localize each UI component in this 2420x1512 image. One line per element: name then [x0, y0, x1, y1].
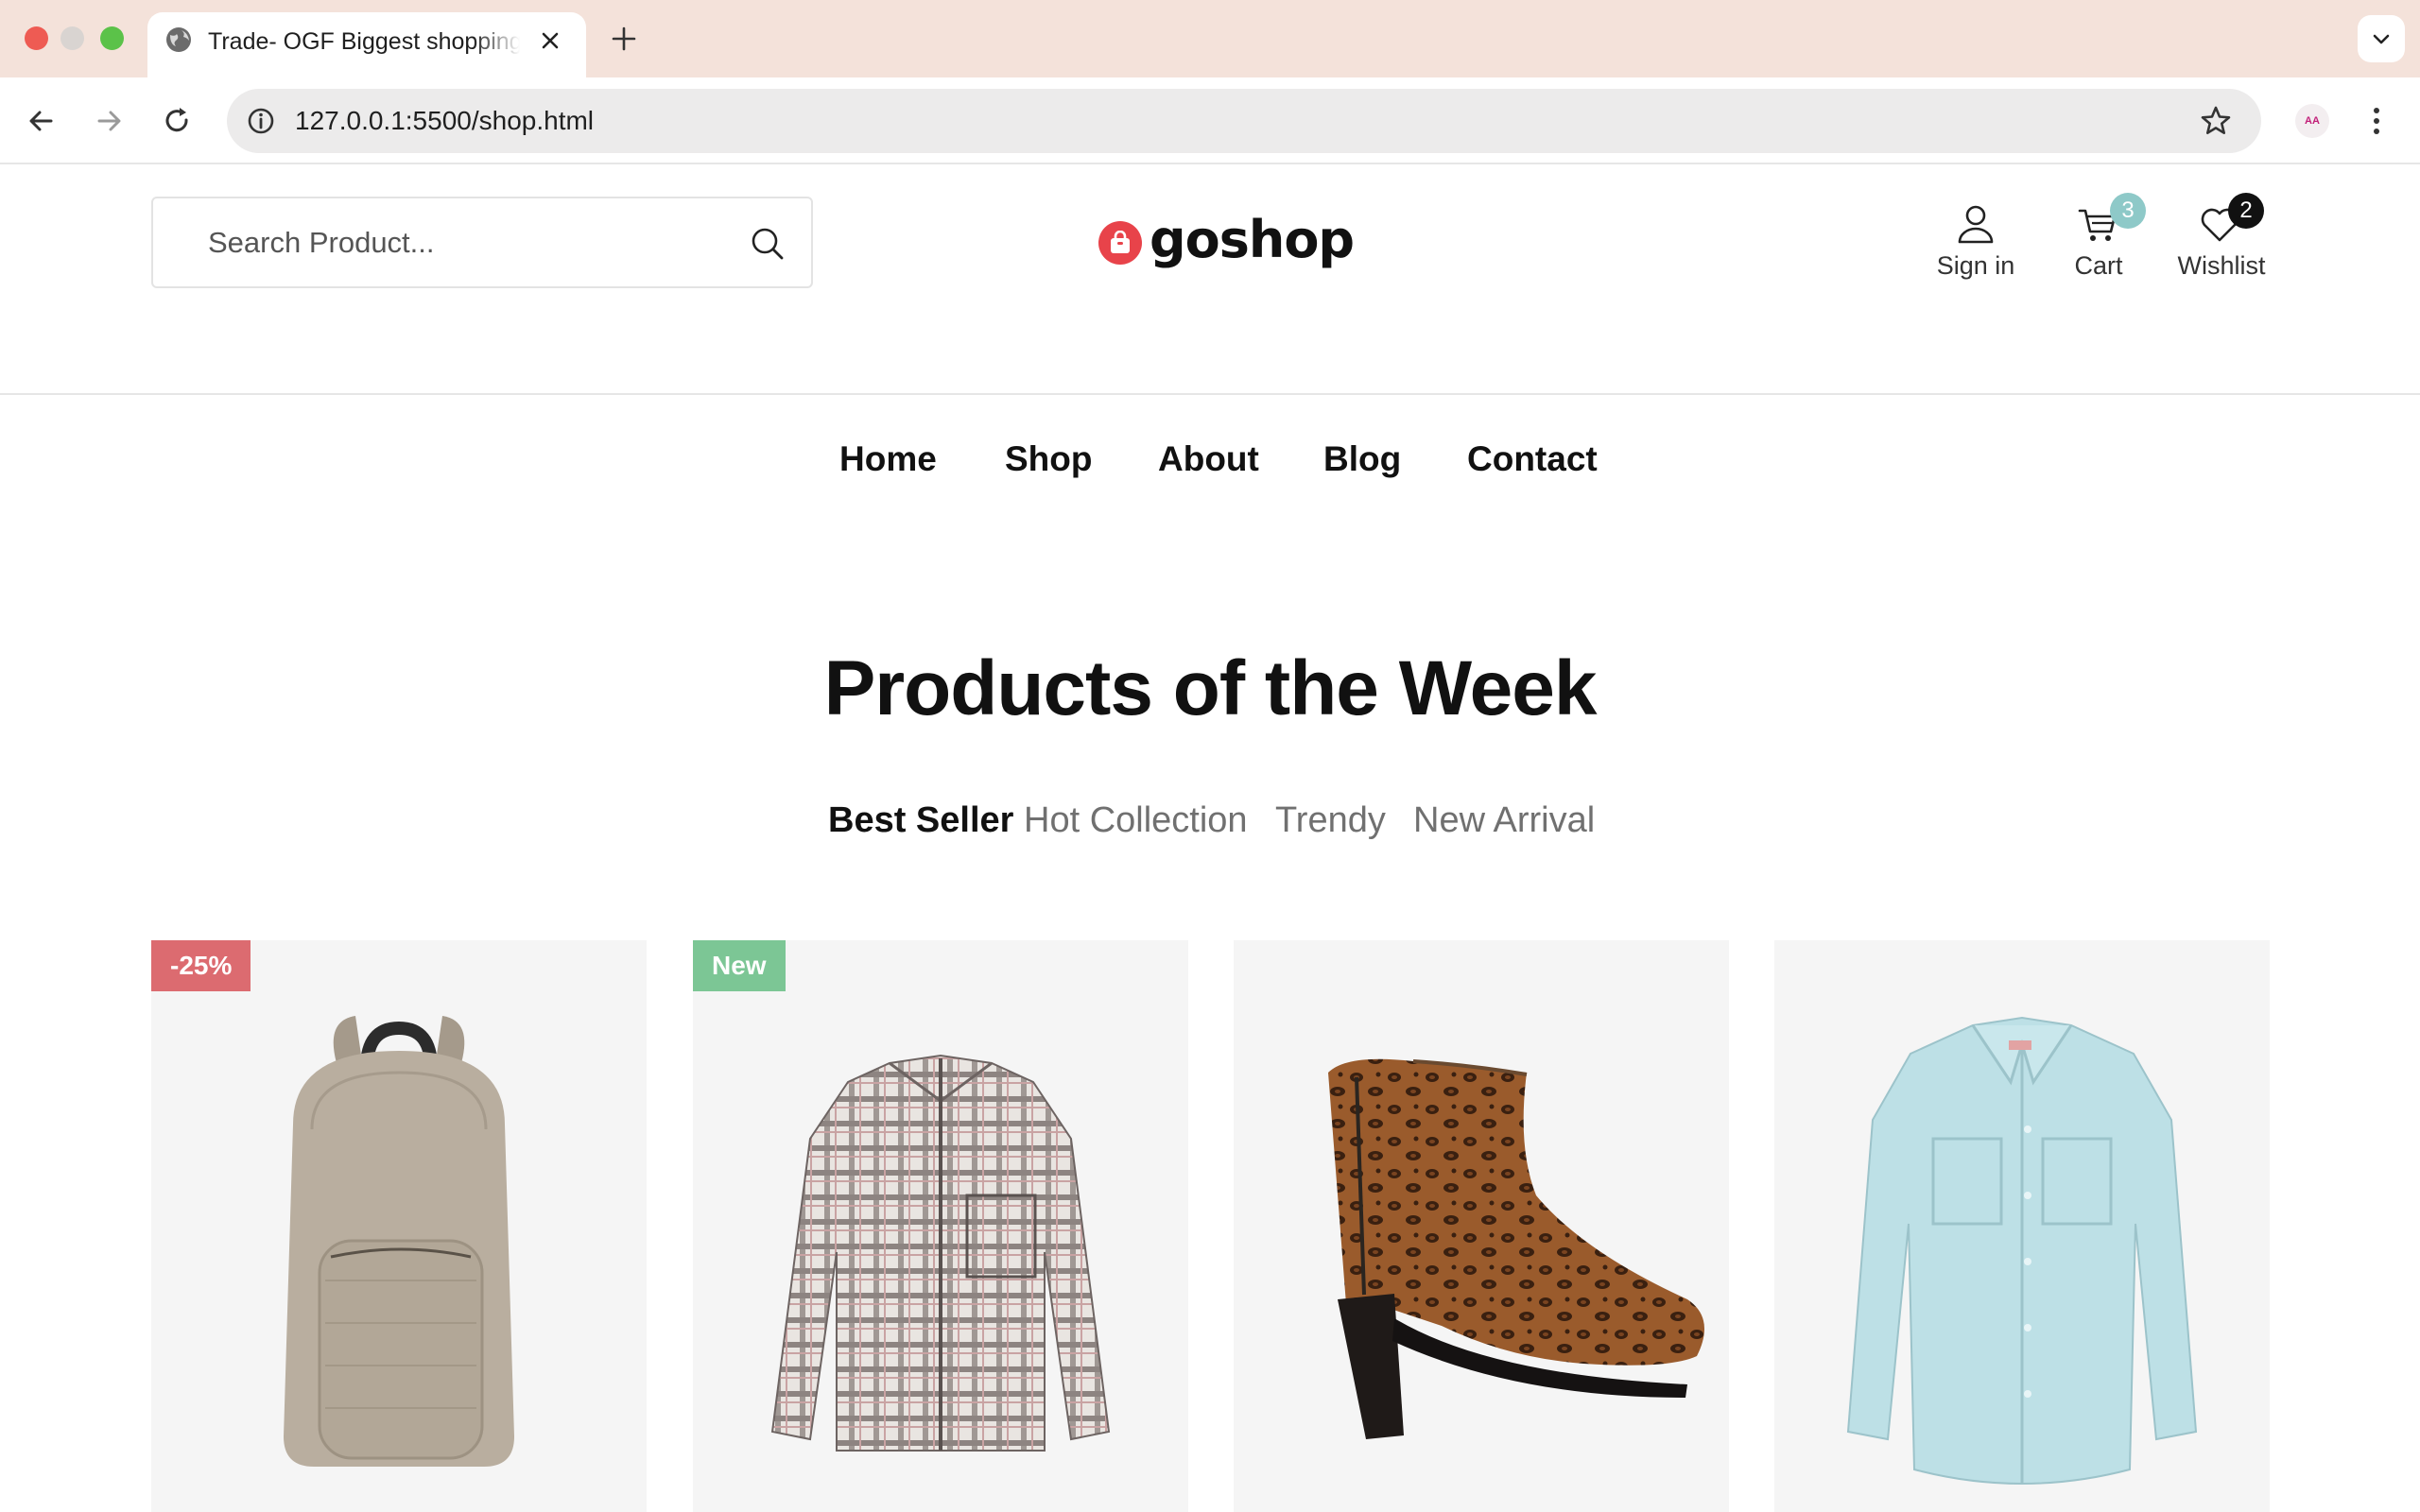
browser-toolbar: 127.0.0.1:5500/shop.html AA: [0, 77, 2420, 164]
product-card[interactable]: -25%: [151, 940, 647, 1512]
globe-icon: [166, 27, 191, 52]
info-icon[interactable]: [244, 104, 278, 138]
user-icon: [1958, 205, 1994, 244]
nav-blog[interactable]: Blog: [1323, 433, 1401, 486]
tab-title: Trade- OGF Biggest shopping center: [208, 28, 520, 55]
cart-label: Cart: [2074, 251, 2123, 280]
window-close-button[interactable]: [25, 26, 48, 50]
extension-icon[interactable]: AA: [2295, 104, 2329, 138]
browser-tabstrip: Trade- OGF Biggest shopping center: [0, 0, 2420, 77]
header-divider: [0, 393, 2420, 395]
nav-about[interactable]: About: [1158, 433, 1259, 486]
tab-trendy[interactable]: Trendy: [1275, 794, 1386, 847]
search-icon[interactable]: [749, 225, 786, 263]
sign-in-button[interactable]: Sign in: [1928, 198, 2023, 284]
plaid-shirt-image: [770, 1054, 1111, 1452]
nav-contact[interactable]: Contact: [1467, 433, 1598, 486]
browser-tab[interactable]: Trade- OGF Biggest shopping center: [147, 12, 586, 77]
address-bar[interactable]: 127.0.0.1:5500/shop.html: [227, 89, 2261, 153]
ankle-boot-image: [1328, 1058, 1704, 1439]
sign-in-label: Sign in: [1936, 251, 2015, 280]
new-badge: New: [693, 940, 786, 991]
wishlist-label: Wishlist: [2177, 251, 2266, 280]
product-card[interactable]: [1234, 940, 1729, 1512]
product-card[interactable]: New: [693, 940, 1188, 1512]
nav-shop[interactable]: Shop: [1005, 433, 1092, 486]
blue-shirt-image: [1846, 1016, 2198, 1485]
wishlist-button[interactable]: 2 Wishlist: [2165, 193, 2278, 284]
nav-home[interactable]: Home: [839, 433, 937, 486]
chevron-down-icon: [2373, 34, 2390, 44]
search-input[interactable]: [208, 221, 737, 265]
site-logo[interactable]: goshop: [1097, 210, 1355, 276]
cart-button[interactable]: 3 Cart: [2061, 193, 2146, 284]
section-title: Products of the Week: [823, 645, 1598, 731]
cart-count-badge: 3: [2110, 193, 2146, 229]
search-box: [151, 197, 813, 288]
wishlist-count-badge: 2: [2228, 193, 2264, 229]
plus-icon[interactable]: [609, 24, 639, 54]
logo-text: goshop: [1150, 210, 1355, 269]
bookmark-star-icon[interactable]: [2199, 104, 2233, 138]
tab-hot-collection[interactable]: Hot Collection: [1024, 794, 1248, 847]
reload-icon[interactable]: [161, 104, 195, 138]
url-text: 127.0.0.1:5500/shop.html: [295, 106, 595, 135]
window-minimize-button[interactable]: [60, 26, 84, 50]
shopping-bag-icon: [1098, 221, 1142, 265]
main-nav: Home Shop About Blog Contact: [0, 433, 2420, 486]
back-arrow-icon[interactable]: [25, 104, 59, 138]
window-maximize-button[interactable]: [100, 26, 124, 50]
backpack-image: [284, 1016, 514, 1467]
tab-list-button[interactable]: [2358, 15, 2405, 62]
tab-best-seller[interactable]: Best Seller: [828, 794, 1013, 847]
close-icon[interactable]: [535, 26, 565, 56]
tab-new-arrival[interactable]: New Arrival: [1413, 794, 1595, 847]
more-vertical-icon[interactable]: [2360, 104, 2394, 138]
product-card[interactable]: [1774, 940, 2270, 1512]
discount-badge: -25%: [151, 940, 251, 991]
forward-arrow-icon[interactable]: [92, 104, 126, 138]
